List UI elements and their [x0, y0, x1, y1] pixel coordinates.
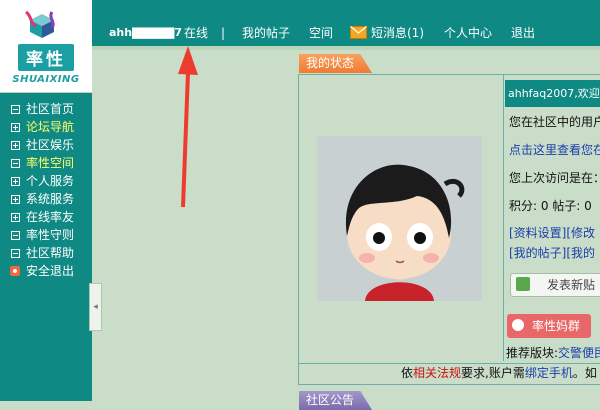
notice-prefix: 依	[401, 366, 414, 380]
sidebar-item-system-service[interactable]: 系统服务	[0, 190, 92, 208]
notice-suffix: 。如	[572, 366, 597, 380]
top-navigation-bar: ahh▇▇▇▇▇7 在线 | 我的帖子 空间 短消息(1) 个人中心 退出	[92, 0, 600, 50]
site-logo[interactable]: 率性 SHUAIXING	[0, 0, 92, 93]
sidebar-item-label: 率性守则	[26, 228, 75, 242]
minus-box-icon[interactable]	[11, 105, 20, 114]
recommend-label: 推荐版块:	[506, 346, 559, 360]
points-posts-text: 积分: 0 帖子: 0	[509, 199, 592, 213]
logo-text-cn: 率性	[18, 44, 74, 71]
sidebar-item-entertainment[interactable]: 社区娱乐	[0, 136, 92, 154]
sidebar-item-label: 在线率友	[26, 210, 75, 224]
exit-icon	[10, 266, 20, 276]
sidebar-item-home[interactable]: 社区首页	[0, 100, 92, 118]
user-info-column: ahhfaq2007,欢迎 您在社区中的用户 点击这里查看您在 您上次访问是在：…	[505, 76, 600, 361]
logout-link[interactable]: 退出	[511, 25, 535, 41]
my-posts-link[interactable]: 我的帖子	[242, 25, 290, 41]
laws-link[interactable]: 相关法规	[413, 366, 461, 380]
view-details-link[interactable]: 点击这里查看您在	[509, 141, 600, 158]
user-group-text: 您在社区中的用户	[509, 115, 600, 129]
nav-separator: |	[221, 26, 226, 40]
minus-box-icon[interactable]	[11, 231, 20, 240]
plus-box-icon[interactable]	[11, 141, 20, 150]
pencil-icon	[516, 277, 530, 291]
minus-box-icon[interactable]	[11, 249, 20, 258]
mom-group-icon	[512, 319, 524, 331]
sidebar-item-label: 社区娱乐	[26, 138, 75, 152]
recommend-link[interactable]: 交警便民	[558, 346, 600, 360]
sidebar-item-label: 论坛导航	[26, 120, 75, 134]
sidebar: 社区首页 论坛导航 社区娱乐 率性空间 个人服务 系统服务 在线率友 率性守则 …	[0, 93, 92, 401]
profile-settings-links[interactable]: [资料设置][修改	[509, 224, 595, 241]
sidebar-item-space[interactable]: 率性空间	[0, 154, 92, 172]
notice-mid: 要求,账户需	[461, 366, 525, 380]
sidebar-item-forum-nav[interactable]: 论坛导航	[0, 118, 92, 136]
sidebar-collapse-handle[interactable]: ◂	[89, 283, 102, 331]
recommend-row: 推荐版块:交警便民	[506, 344, 600, 361]
last-visit-text: 您上次访问是在：	[509, 171, 600, 185]
mom-group-button[interactable]: 率性妈群	[507, 314, 591, 338]
cartoon-avatar-image	[317, 136, 482, 301]
sidebar-item-label: 社区首页	[26, 102, 75, 116]
bind-phone-link[interactable]: 绑定手机	[525, 366, 573, 380]
user-avatar	[317, 136, 482, 301]
plus-box-icon[interactable]	[11, 177, 20, 186]
profile-center-link[interactable]: 个人中心	[444, 25, 492, 41]
sidebar-item-label: 个人服务	[26, 174, 75, 188]
plus-box-icon[interactable]	[11, 123, 20, 132]
new-post-label: 发表新贴	[547, 278, 596, 292]
welcome-banner: ahhfaq2007,欢迎	[505, 80, 600, 107]
notice-line: 依相关法规要求,账户需绑定手机。如	[298, 362, 600, 385]
my-posts-links[interactable]: [我的帖子][我的	[509, 244, 595, 261]
sidebar-item-personal-service[interactable]: 个人服务	[0, 172, 92, 190]
sidebar-item-label: 社区帮助	[26, 246, 75, 260]
panel-divider	[503, 75, 504, 361]
tab-my-status[interactable]: 我的状态	[299, 54, 373, 73]
minus-box-icon[interactable]	[11, 159, 20, 168]
sidebar-item-label: 系统服务	[26, 192, 75, 206]
sidebar-item-rules[interactable]: 率性守则	[0, 226, 92, 244]
messages-link[interactable]: 短消息(1)	[371, 25, 424, 41]
sidebar-item-online-friends[interactable]: 在线率友	[0, 208, 92, 226]
username: ahh▇▇▇▇▇7	[109, 26, 183, 39]
plus-box-icon[interactable]	[11, 213, 20, 222]
plus-box-icon[interactable]	[11, 195, 20, 204]
sidebar-item-label: 率性空间	[26, 156, 75, 170]
logo-text-en: SHUAIXING	[12, 74, 80, 85]
new-post-button[interactable]: 发表新贴	[510, 273, 600, 297]
logo-cube-icon	[25, 10, 55, 38]
sidebar-item-label: 安全退出	[26, 264, 75, 278]
envelope-icon	[350, 26, 367, 39]
space-link[interactable]: 空间	[309, 25, 333, 41]
online-status: 在线	[184, 26, 209, 40]
sidebar-item-help[interactable]: 社区帮助	[0, 244, 92, 262]
mom-group-label: 率性妈群	[532, 319, 581, 333]
sidebar-item-safe-exit[interactable]: 安全退出	[0, 262, 92, 280]
